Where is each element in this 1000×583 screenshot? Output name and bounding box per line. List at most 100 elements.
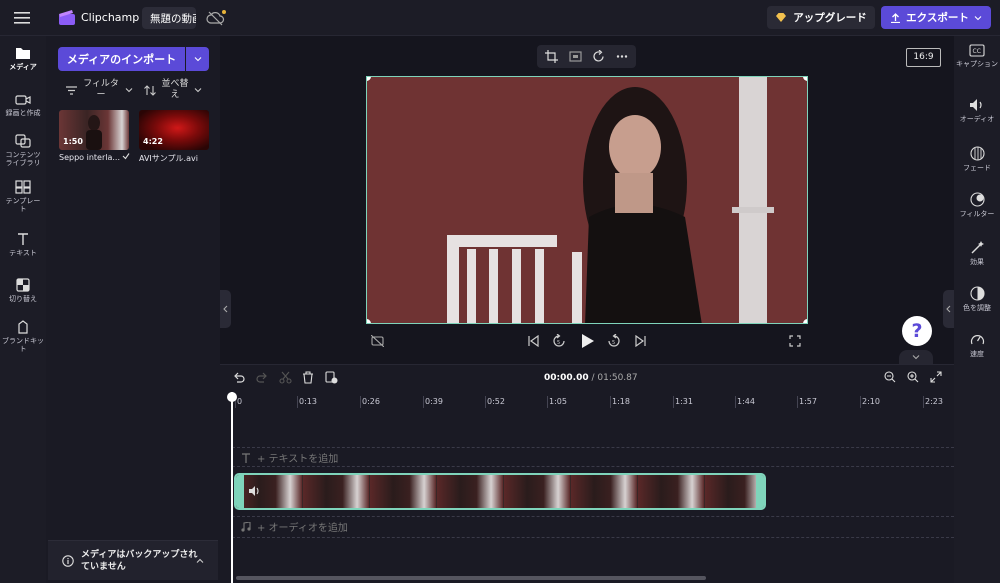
color-icon: [969, 286, 985, 301]
ruler-tick: 1:31: [675, 397, 693, 406]
delete-icon[interactable]: [302, 371, 314, 384]
filter-icon: [66, 85, 77, 95]
time-display: 00:00.00 / 01:50.87: [544, 373, 638, 383]
filter-label: フィルター: [83, 79, 119, 100]
nav-item-media[interactable]: メディア: [0, 46, 46, 71]
prop-item-captions[interactable]: CC キャプション: [954, 44, 1000, 68]
app-name: Clipchamp: [81, 11, 140, 24]
rotate-icon[interactable]: [592, 50, 605, 63]
ruler-tick: 0:39: [425, 397, 443, 406]
playhead[interactable]: [227, 392, 237, 583]
collapse-panel-handle[interactable]: [220, 290, 231, 328]
track-divider: [232, 466, 954, 467]
timeline-ruler[interactable]: 0 0:13 0:26 0:39 0:52 1:05 1:18 1:31 1:4…: [232, 394, 954, 410]
fit-timeline-icon[interactable]: [930, 371, 942, 383]
nav-item-content-library[interactable]: コンテンツ ライブラリ: [0, 134, 46, 167]
prop-item-filter[interactable]: フィルター: [954, 192, 1000, 218]
duplicate-icon[interactable]: [325, 371, 338, 384]
crop-icon[interactable]: [545, 50, 558, 63]
timeline-scrollbar[interactable]: [236, 576, 706, 580]
zoom-out-icon[interactable]: [884, 371, 896, 383]
media-duration: 1:50: [63, 137, 83, 146]
current-time: 00:00.00: [544, 373, 589, 383]
diamond-icon: [776, 13, 787, 22]
rewind-5-icon[interactable]: 5: [552, 334, 566, 348]
prop-label: 効果: [970, 258, 984, 266]
help-button[interactable]: ?: [902, 316, 932, 346]
prop-item-speed[interactable]: 速度: [954, 332, 1000, 358]
more-options-icon[interactable]: [616, 55, 628, 58]
nav-item-record[interactable]: 録画と作成: [0, 94, 46, 117]
media-duration: 4:22: [143, 137, 163, 146]
track-divider: [232, 537, 954, 538]
skip-forward-icon[interactable]: [635, 335, 647, 347]
collapse-properties-handle[interactable]: [943, 290, 954, 328]
video-clip[interactable]: [234, 473, 766, 510]
audio-icon: [970, 99, 982, 111]
sort-button[interactable]: 並べ替え: [144, 79, 202, 101]
filter-button[interactable]: フィルター: [66, 79, 133, 101]
export-button[interactable]: エクスポート: [881, 6, 991, 29]
backup-notice[interactable]: メディアはバックアップされていません: [48, 540, 218, 580]
add-text-track[interactable]: + テキストを追加: [241, 450, 338, 465]
nav-label: 切り替え: [9, 295, 37, 303]
ruler-tick: 1:05: [549, 397, 567, 406]
prop-item-effects[interactable]: 効果: [954, 240, 1000, 266]
backup-text: メディアはバックアップされていません: [81, 550, 198, 572]
sort-icon: [144, 84, 156, 96]
nav-item-transitions[interactable]: 切り替え: [0, 278, 46, 303]
fit-icon[interactable]: [569, 50, 582, 63]
prop-item-color[interactable]: 色を調整: [954, 286, 1000, 312]
zoom-in-icon[interactable]: [907, 371, 919, 383]
undo-icon[interactable]: [232, 371, 245, 384]
templates-icon: [15, 180, 31, 194]
skip-back-icon[interactable]: [527, 335, 539, 347]
ruler-tick: 0: [237, 397, 243, 406]
media-thumbnail[interactable]: 1:50: [59, 110, 129, 150]
prop-item-fade[interactable]: フェード: [954, 146, 1000, 172]
nav-label: テキスト: [9, 249, 37, 257]
aspect-ratio-button[interactable]: 16:9: [906, 48, 941, 67]
nav-label: ブランドキット: [2, 337, 44, 353]
video-preview[interactable]: [366, 76, 808, 324]
ruler-tick: 2:10: [862, 397, 880, 406]
playhead-knob[interactable]: [227, 392, 237, 402]
chevron-down-icon: [125, 88, 133, 93]
project-title-tab[interactable]: 無題の動画: [142, 7, 196, 29]
import-dropdown-button[interactable]: [186, 47, 209, 71]
scissors-icon[interactable]: [279, 371, 292, 384]
import-media-button[interactable]: メディアのインポート: [58, 47, 185, 71]
sort-label: 並べ替え: [161, 79, 189, 100]
check-icon: [122, 152, 130, 160]
nav-item-templates[interactable]: テンプレート: [0, 180, 46, 213]
add-audio-label: + オーディオを追加: [257, 523, 348, 534]
redo-icon[interactable]: [256, 371, 269, 384]
clip-trim-handle-right[interactable]: [756, 475, 764, 508]
clip-trim-handle-left[interactable]: [236, 475, 244, 508]
upgrade-button[interactable]: アップグレード: [767, 6, 875, 29]
svg-text:5: 5: [557, 340, 560, 346]
media-thumbnail[interactable]: 4:22: [139, 110, 209, 150]
camera-off-icon[interactable]: [371, 335, 384, 347]
add-audio-track[interactable]: + オーディオを追加: [241, 519, 348, 534]
chevron-left-icon: [223, 305, 228, 313]
cloud-off-icon[interactable]: [206, 10, 226, 26]
volume-icon[interactable]: [248, 485, 262, 497]
fullscreen-icon[interactable]: [789, 335, 801, 347]
prop-item-audio[interactable]: オーディオ: [954, 98, 1000, 123]
play-icon[interactable]: [580, 333, 595, 349]
media-filename: AVIサンプル.avi: [139, 154, 198, 163]
forward-5-icon[interactable]: 5: [607, 334, 621, 348]
menu-icon[interactable]: [14, 10, 32, 26]
nav-item-text[interactable]: テキスト: [0, 232, 46, 257]
clipchamp-logo-icon: [58, 9, 76, 27]
nav-item-brand-kit[interactable]: ブランドキット: [0, 320, 46, 353]
right-properties-nav: CC キャプション オーディオ フェード フィルター 効果 色を調整 速度: [954, 36, 1000, 583]
filter-icon: [969, 192, 985, 207]
upgrade-label: アップグレード: [793, 12, 867, 24]
fade-icon: [969, 146, 985, 161]
collapse-preview-button[interactable]: [899, 350, 933, 364]
chevron-down-icon: [974, 15, 982, 20]
prop-label: オーディオ: [959, 115, 995, 123]
ruler-tick: 2:23: [925, 397, 943, 406]
